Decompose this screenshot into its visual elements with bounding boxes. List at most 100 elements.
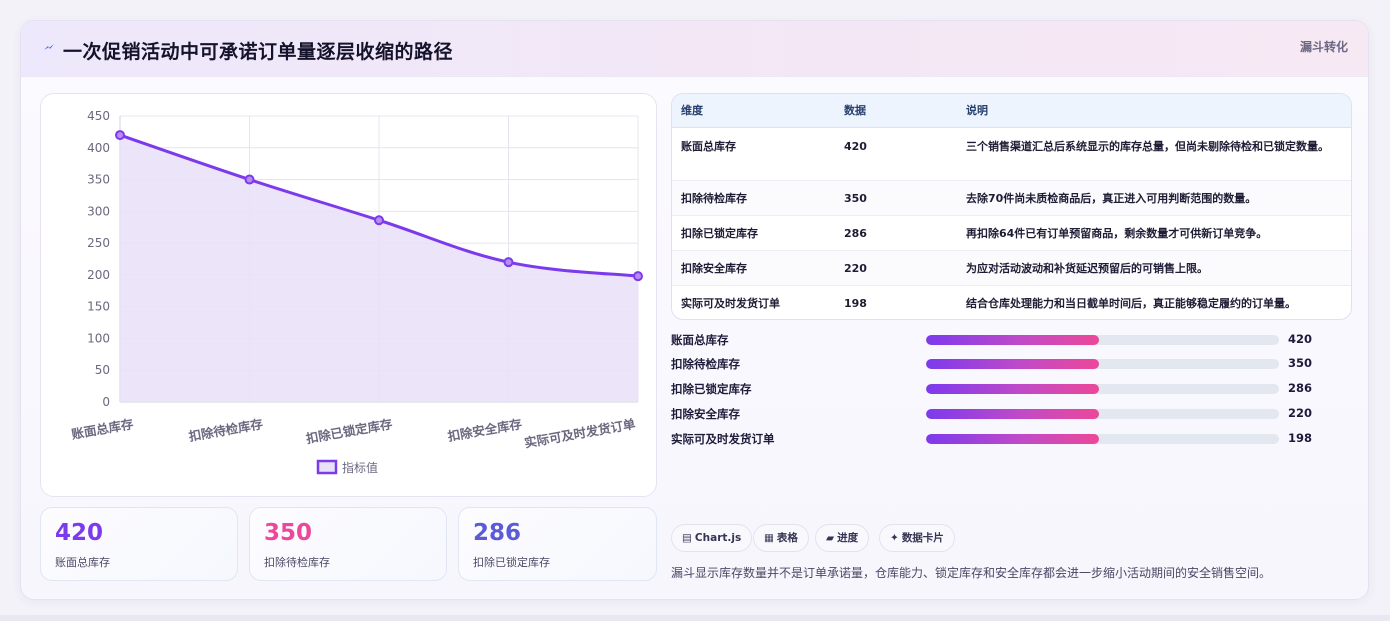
data-point <box>244 174 255 185</box>
column-header-value: 数据 <box>835 94 957 128</box>
progress-track <box>926 335 1279 345</box>
progress-track <box>926 359 1279 369</box>
stat-label: 扣除已锁定库存 <box>473 556 550 569</box>
progress-value: 420 <box>1288 332 1313 346</box>
x-tick-label: 实际可及时发货订单 <box>523 416 637 450</box>
data-point <box>374 215 384 226</box>
progress-fill <box>926 409 1099 419</box>
chip-label: 进度 <box>837 532 859 544</box>
cell-value: 350 <box>835 180 957 216</box>
cell-description: 三个销售渠道汇总后系统显示的库存总量，但尚未剔除待检和已锁定数量。 <box>957 127 1351 181</box>
progress-fill <box>926 434 1099 444</box>
chart-icon: ▤ <box>682 532 692 544</box>
stat-card-inspection: 350 扣除待检库存 <box>249 507 447 581</box>
x-tick-label: 扣除已锁定库存 <box>305 416 394 446</box>
progress-row: 账面总库存 420 <box>671 331 1352 349</box>
progress-fill <box>926 335 1099 345</box>
line-chart: 0 50 100 150 200 250 300 350 400 450 账面总库存 扣除待检库存 扣除… <box>70 109 643 475</box>
x-tick-label: 扣除待检库存 <box>188 416 265 444</box>
cell-dimension: 扣除安全库存 <box>672 250 835 286</box>
summary-note: 漏斗显示库存数量并不是订单承诺量，仓库能力、锁定库存和安全库存都会进一步缩小活动… <box>671 566 1272 580</box>
progress-label: 账面总库存 <box>671 333 729 347</box>
progress-icon: ▰ <box>826 532 835 544</box>
stat-label: 扣除待检库存 <box>264 556 330 569</box>
stat-card-total: 420 账面总库存 <box>40 507 238 581</box>
cell-dimension: 账面总库存 <box>672 127 835 181</box>
y-tick-label: 450 <box>87 109 110 123</box>
cell-dimension: 扣除待检库存 <box>672 180 835 216</box>
progress-fill <box>926 384 1099 394</box>
progress-label: 扣除安全库存 <box>671 407 740 421</box>
progress-value: 220 <box>1288 406 1313 420</box>
y-tick-label: 200 <box>87 268 110 282</box>
progress-label: 实际可及时发货订单 <box>671 432 775 446</box>
y-tick-label: 250 <box>87 236 110 250</box>
stat-card-locked: 286 扣除已锁定库存 <box>458 507 657 581</box>
chip-table[interactable]: ▦ 表格 <box>753 524 809 552</box>
cell-description: 结合仓库处理能力和当日截单时间后，真正能够稳定履约的订单量。 <box>966 296 1296 310</box>
stat-value: 286 <box>473 520 522 546</box>
data-point <box>633 271 643 282</box>
dashboard-card: 一次促销活动中可承诺订单量逐层收缩的路径 漏斗转化 0 50 100 150 200 25… <box>20 20 1369 600</box>
chip-label: 表格 <box>776 532 798 544</box>
progress-track <box>926 409 1279 419</box>
column-header-description: 说明 <box>957 94 1351 128</box>
cell-description: 去除70件尚未质检商品后，真正进入可用判断范围的数量。 <box>957 180 1351 216</box>
table-row: 扣除待检库存 350 去除70件尚未质检商品后，真正进入可用判断范围的数量。 <box>672 180 1351 216</box>
line-chart-panel: 0 50 100 150 200 250 300 350 400 450 账面总库存 扣除待检库存 扣除… <box>40 93 657 497</box>
cell-dimension: 扣除已锁定库存 <box>672 215 835 251</box>
y-tick-label: 300 <box>87 204 110 218</box>
progress-value: 350 <box>1288 356 1313 370</box>
progress-row: 扣除安全库存 220 <box>671 405 1352 423</box>
chip-progress[interactable]: ▰ 进度 <box>815 524 870 552</box>
legend-label: 指标值 <box>342 460 378 475</box>
table-row: 实际可及时发货订单 198 结合仓库处理能力和当日截单时间后，真正能够稳定履约的… <box>672 285 1351 319</box>
cell-description: 为应对活动波动和补货延迟预留后的可销售上限。 <box>957 250 1351 286</box>
stat-label: 账面总库存 <box>55 556 110 569</box>
data-point <box>503 257 514 268</box>
chip-chartjs[interactable]: ▤ Chart.js <box>671 524 753 552</box>
progress-track <box>926 434 1279 444</box>
card-header: 一次促销活动中可承诺订单量逐层收缩的路径 漏斗转化 <box>21 21 1368 77</box>
category-tag: 漏斗转化 <box>1299 40 1348 54</box>
progress-value: 286 <box>1288 381 1313 395</box>
chip-data-card[interactable]: ✦ 数据卡片 <box>879 524 955 552</box>
data-table: 维度 数据 说明 账面总库存 420 三个销售渠道汇总后系统显示的库存总量，但尚… <box>672 94 1351 319</box>
lightning-icon <box>44 44 54 50</box>
progress-label: 扣除已锁定库存 <box>671 382 752 396</box>
cell-description: 再扣除64件已有订单预留商品，剩余数量才可供新订单竞争。 <box>957 215 1351 251</box>
table-row: 扣除安全库存 220 为应对活动波动和补货延迟预留后的可销售上限。 <box>672 250 1351 286</box>
progress-fill <box>926 359 1099 369</box>
cell-dimension: 实际可及时发货订单 <box>681 296 780 310</box>
chip-label: 数据卡片 <box>901 532 944 544</box>
table-icon: ▦ <box>764 532 774 544</box>
legend-swatch <box>316 459 338 475</box>
x-tick-label: 账面总库存 <box>70 416 135 442</box>
stat-value: 420 <box>55 520 104 546</box>
y-tick-label: 100 <box>87 331 110 345</box>
progress-list: 账面总库存 420 扣除待检库存 350 扣除已锁定库存 286 扣除安全库存 … <box>671 329 1352 459</box>
progress-row: 实际可及时发货订单 198 <box>671 430 1352 448</box>
column-header-dimension: 维度 <box>672 94 835 128</box>
y-tick-label: 350 <box>87 173 110 187</box>
cell-value: 420 <box>835 127 957 181</box>
y-tick-label: 50 <box>95 363 110 377</box>
progress-value: 198 <box>1288 431 1313 445</box>
cell-value: 220 <box>835 250 957 286</box>
progress-track <box>926 384 1279 394</box>
sparkle-icon: ✦ <box>890 532 899 544</box>
progress-row: 扣除已锁定库存 286 <box>671 380 1352 398</box>
cell-value: 286 <box>835 215 957 251</box>
cell-value: 198 <box>844 296 867 310</box>
table-row: 账面总库存 420 三个销售渠道汇总后系统显示的库存总量，但尚未剔除待检和已锁定… <box>672 127 1351 181</box>
table-header-row: 维度 数据 说明 <box>672 94 1351 128</box>
x-tick-label: 扣除安全库存 <box>447 416 524 444</box>
table-row: 扣除已锁定库存 286 再扣除64件已有订单预留商品，剩余数量才可供新订单竞争。 <box>672 215 1351 251</box>
chip-label: Chart.js <box>694 532 742 544</box>
page-footer-divider <box>0 615 1390 621</box>
page-title: 一次促销活动中可承诺订单量逐层收缩的路径 <box>63 41 454 63</box>
stat-value: 350 <box>264 520 313 546</box>
data-table-panel: 维度 数据 说明 账面总库存 420 三个销售渠道汇总后系统显示的库存总量，但尚… <box>671 93 1352 320</box>
y-tick-label: 0 <box>102 395 110 409</box>
progress-row: 扣除待检库存 350 <box>671 355 1352 373</box>
